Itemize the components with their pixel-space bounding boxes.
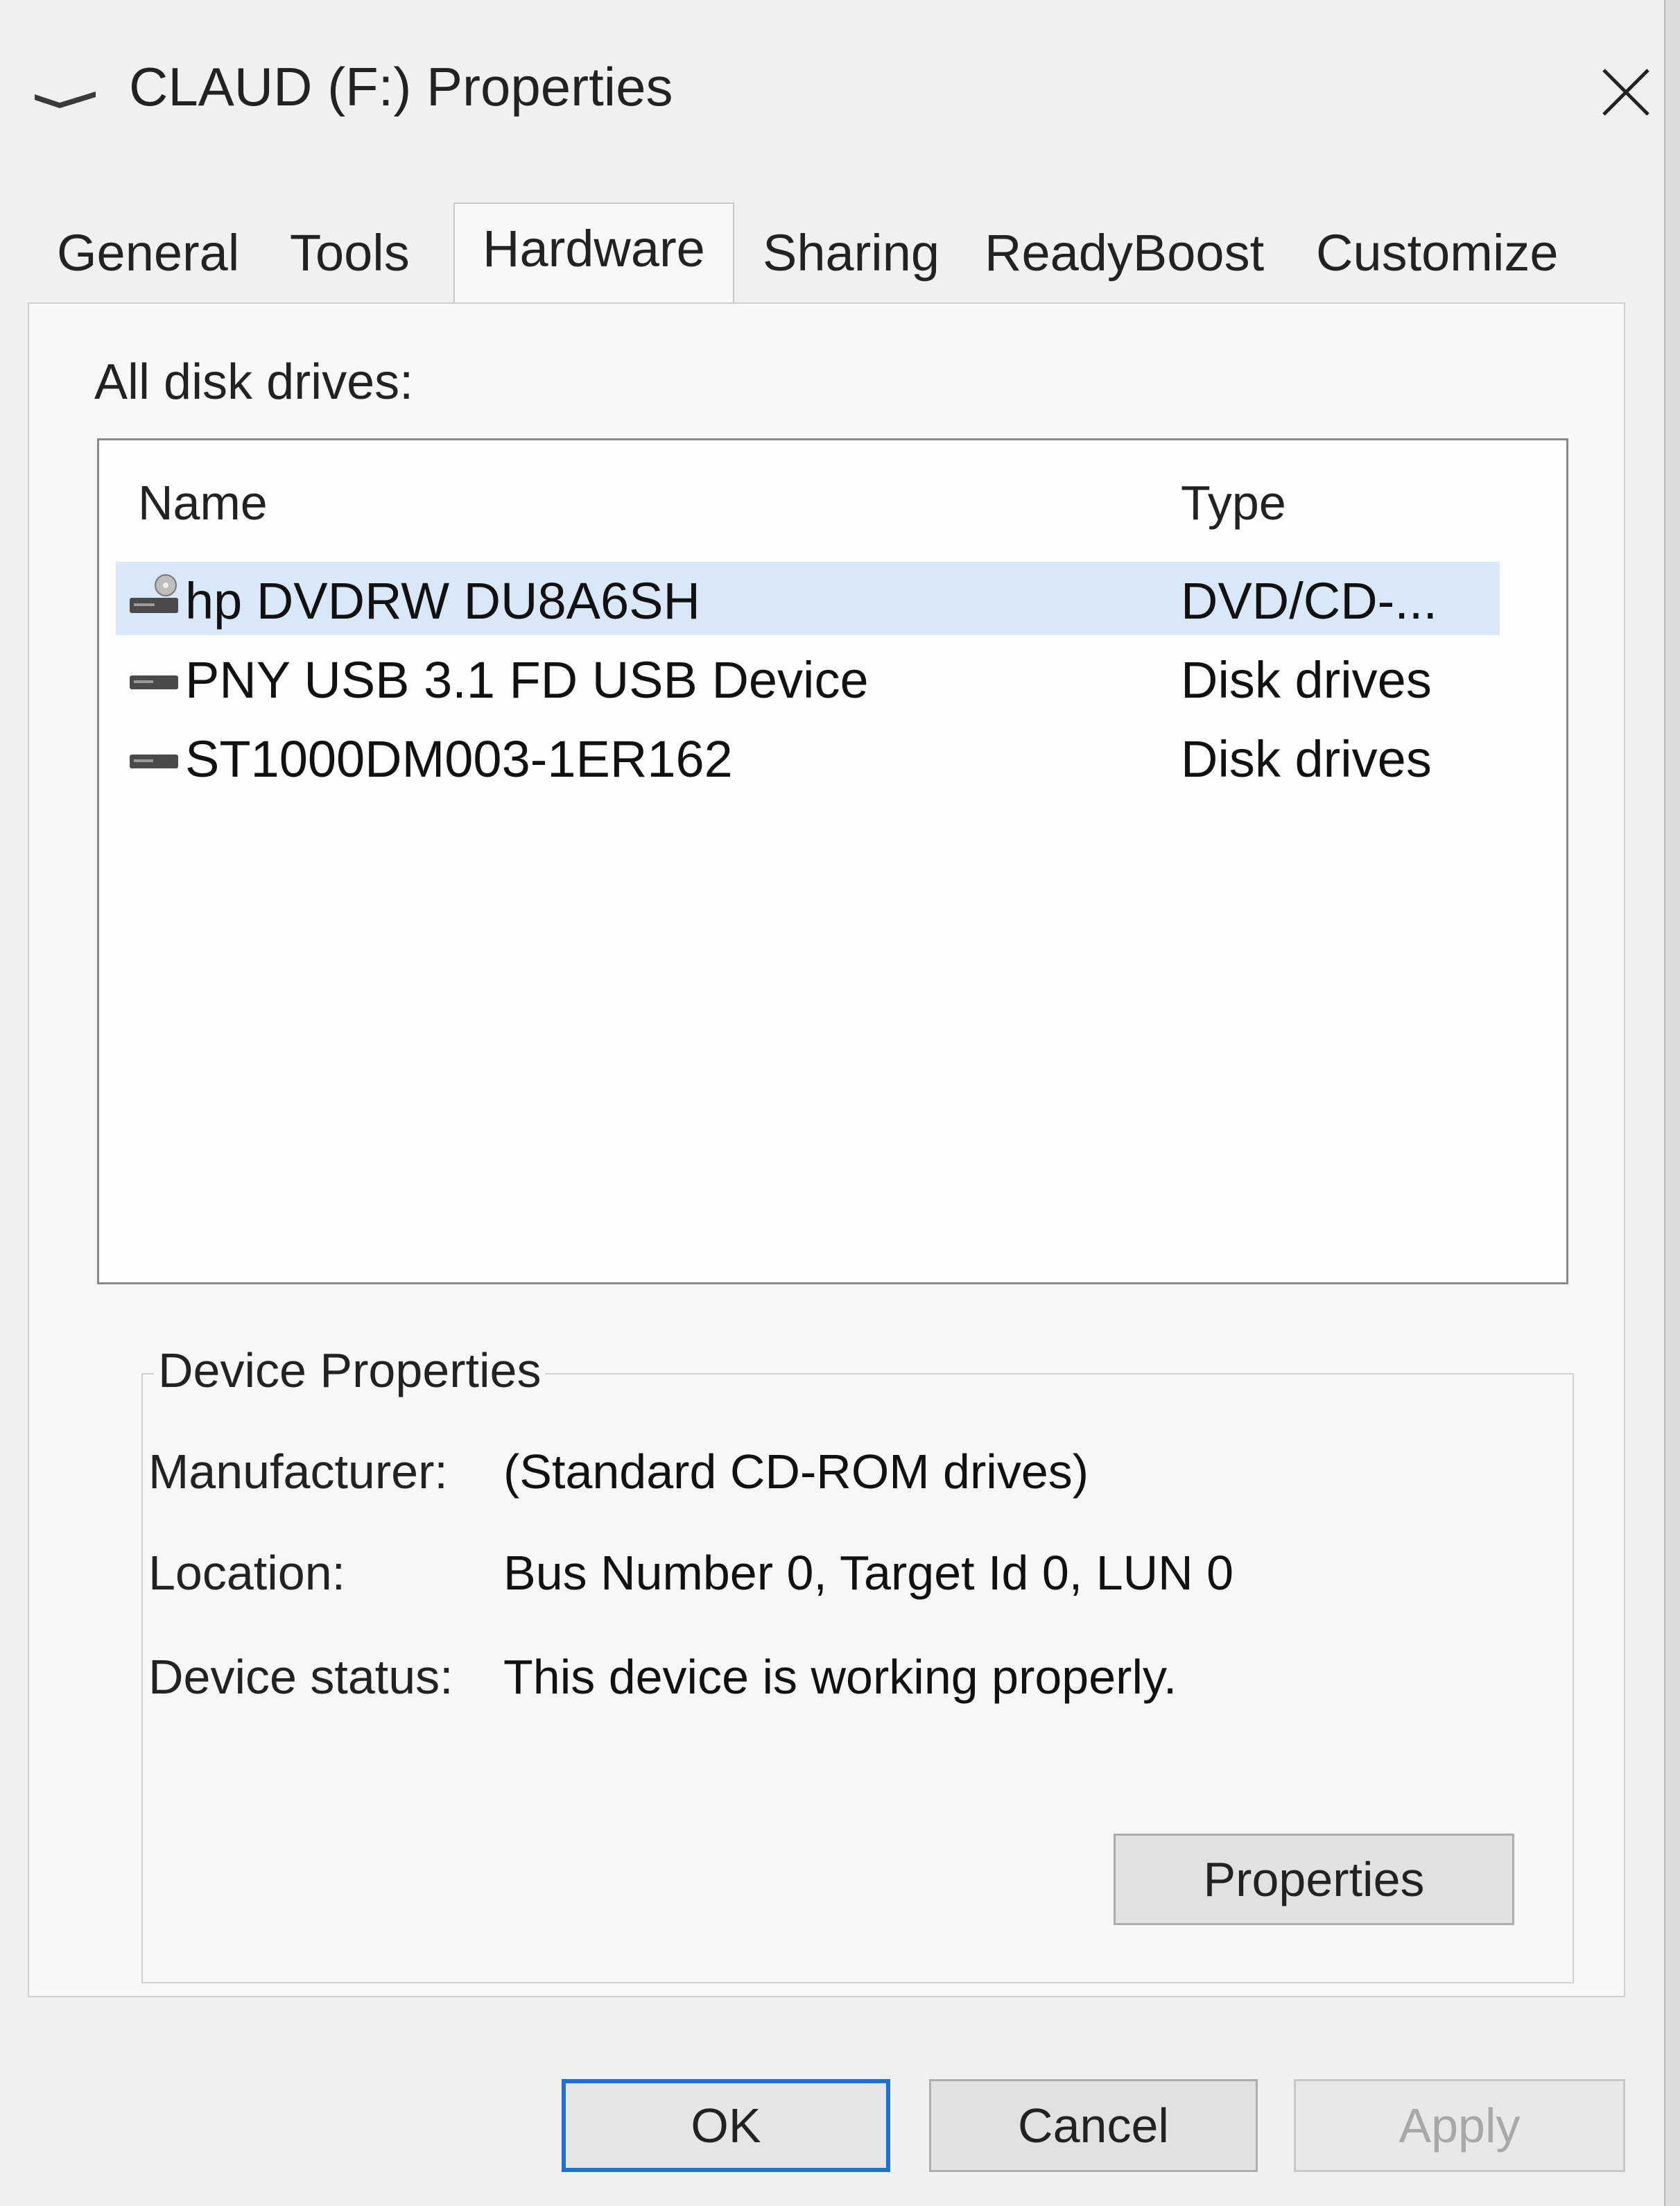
drive-type: DVD/CD-... — [1181, 572, 1437, 630]
list-item[interactable]: ST1000DM003-1ER162 Disk drives — [116, 720, 1500, 793]
drive-name: ST1000DM003-1ER162 — [185, 730, 733, 788]
device-status-value: This device is working properly. — [503, 1650, 1177, 1704]
device-status-label: Device status: — [148, 1650, 453, 1704]
column-header-name[interactable]: Name — [138, 475, 268, 531]
close-button[interactable] — [1588, 54, 1664, 130]
disk-drive-icon — [130, 755, 178, 768]
disk-drives-list[interactable]: Name Type hp DVDRW DU8A6SH DVD/CD-... PN… — [97, 438, 1568, 1284]
window-title: CLAUD (F:) Properties — [129, 56, 673, 117]
all-disk-drives-label: All disk drives: — [94, 354, 414, 410]
location-value: Bus Number 0, Target Id 0, LUN 0 — [503, 1546, 1234, 1600]
tab-tools[interactable]: Tools — [290, 223, 410, 282]
disk-drive-icon — [130, 675, 178, 689]
device-properties-button[interactable]: Properties — [1114, 1834, 1514, 1925]
cancel-button[interactable]: Cancel — [929, 2079, 1258, 2172]
tab-strip: General Tools Hardware Sharing ReadyBoos… — [28, 202, 1622, 307]
close-icon — [1602, 69, 1649, 116]
column-header-type[interactable]: Type — [1181, 475, 1286, 531]
list-item[interactable]: PNY USB 3.1 FD USB Device Disk drives — [116, 641, 1500, 714]
dvd-drive-icon — [130, 574, 178, 613]
tab-readyboost[interactable]: ReadyBoost — [985, 223, 1264, 282]
drive-name: PNY USB 3.1 FD USB Device — [185, 651, 869, 709]
drive-type: Disk drives — [1181, 730, 1432, 788]
tab-general[interactable]: General — [57, 223, 239, 282]
device-properties-title: Device Properties — [154, 1343, 546, 1398]
title-bar[interactable]: CLAUD (F:) Properties — [0, 0, 1664, 173]
location-label: Location: — [148, 1546, 346, 1600]
manufacturer-label: Manufacturer: — [148, 1445, 448, 1499]
drive-type: Disk drives — [1181, 651, 1432, 709]
manufacturer-value: (Standard CD-ROM drives) — [503, 1445, 1089, 1499]
apply-button: Apply — [1294, 2079, 1625, 2172]
tab-hardware[interactable]: Hardware — [453, 202, 734, 304]
list-item[interactable]: hp DVDRW DU8A6SH DVD/CD-... — [116, 562, 1500, 635]
drive-name: hp DVDRW DU8A6SH — [185, 572, 700, 630]
drive-icon — [35, 92, 96, 108]
properties-dialog: CLAUD (F:) Properties General Tools Hard… — [0, 0, 1665, 2206]
tab-customize[interactable]: Customize — [1316, 223, 1559, 282]
tab-sharing[interactable]: Sharing — [763, 223, 939, 282]
ok-button[interactable]: OK — [562, 2079, 890, 2172]
